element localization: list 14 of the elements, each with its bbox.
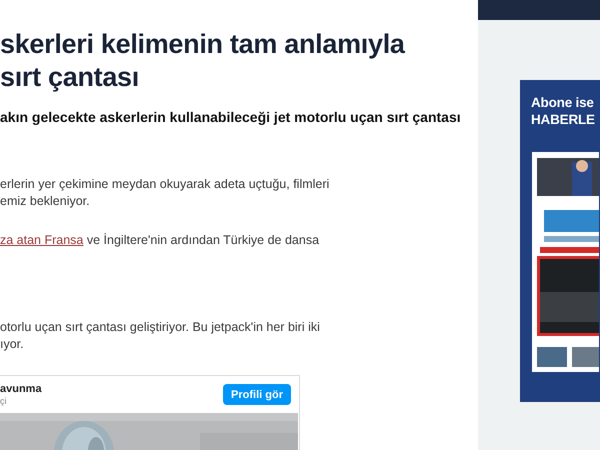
account-name: avunma xyxy=(0,383,42,395)
paragraph-line: erlerin yer çekimine meydan okuyarak adeta uçtuğu, filmleri xyxy=(0,176,330,193)
paragraph-line: otorlu uçan sırt çantası geliştiriyor. Bu jetpack'in her biri iki xyxy=(0,319,320,336)
banner-text: HABERLE xyxy=(531,111,595,128)
headline-line: skerleri kelimenin tam anlamıyla xyxy=(0,28,405,61)
paragraph-line: ıyor. xyxy=(0,336,24,353)
article-subtitle: akın gelecekte askerlerin kullanabileceği jet motorlu uçan sırt çantası xyxy=(0,108,461,127)
account-caption: çi xyxy=(0,396,6,406)
paragraph-line: za atan Fransa ve İngiltere'nin ardından Türkiye de dansa xyxy=(0,232,320,249)
article-link[interactable]: za atan Fransa xyxy=(0,233,84,247)
subscription-banner[interactable]: Abone ise HABERLE xyxy=(520,80,600,402)
headline-line: sırt çantası xyxy=(0,61,139,94)
banner-text: Abone ise xyxy=(531,94,594,111)
paragraph-line: emiz bekleniyor. xyxy=(0,193,90,210)
